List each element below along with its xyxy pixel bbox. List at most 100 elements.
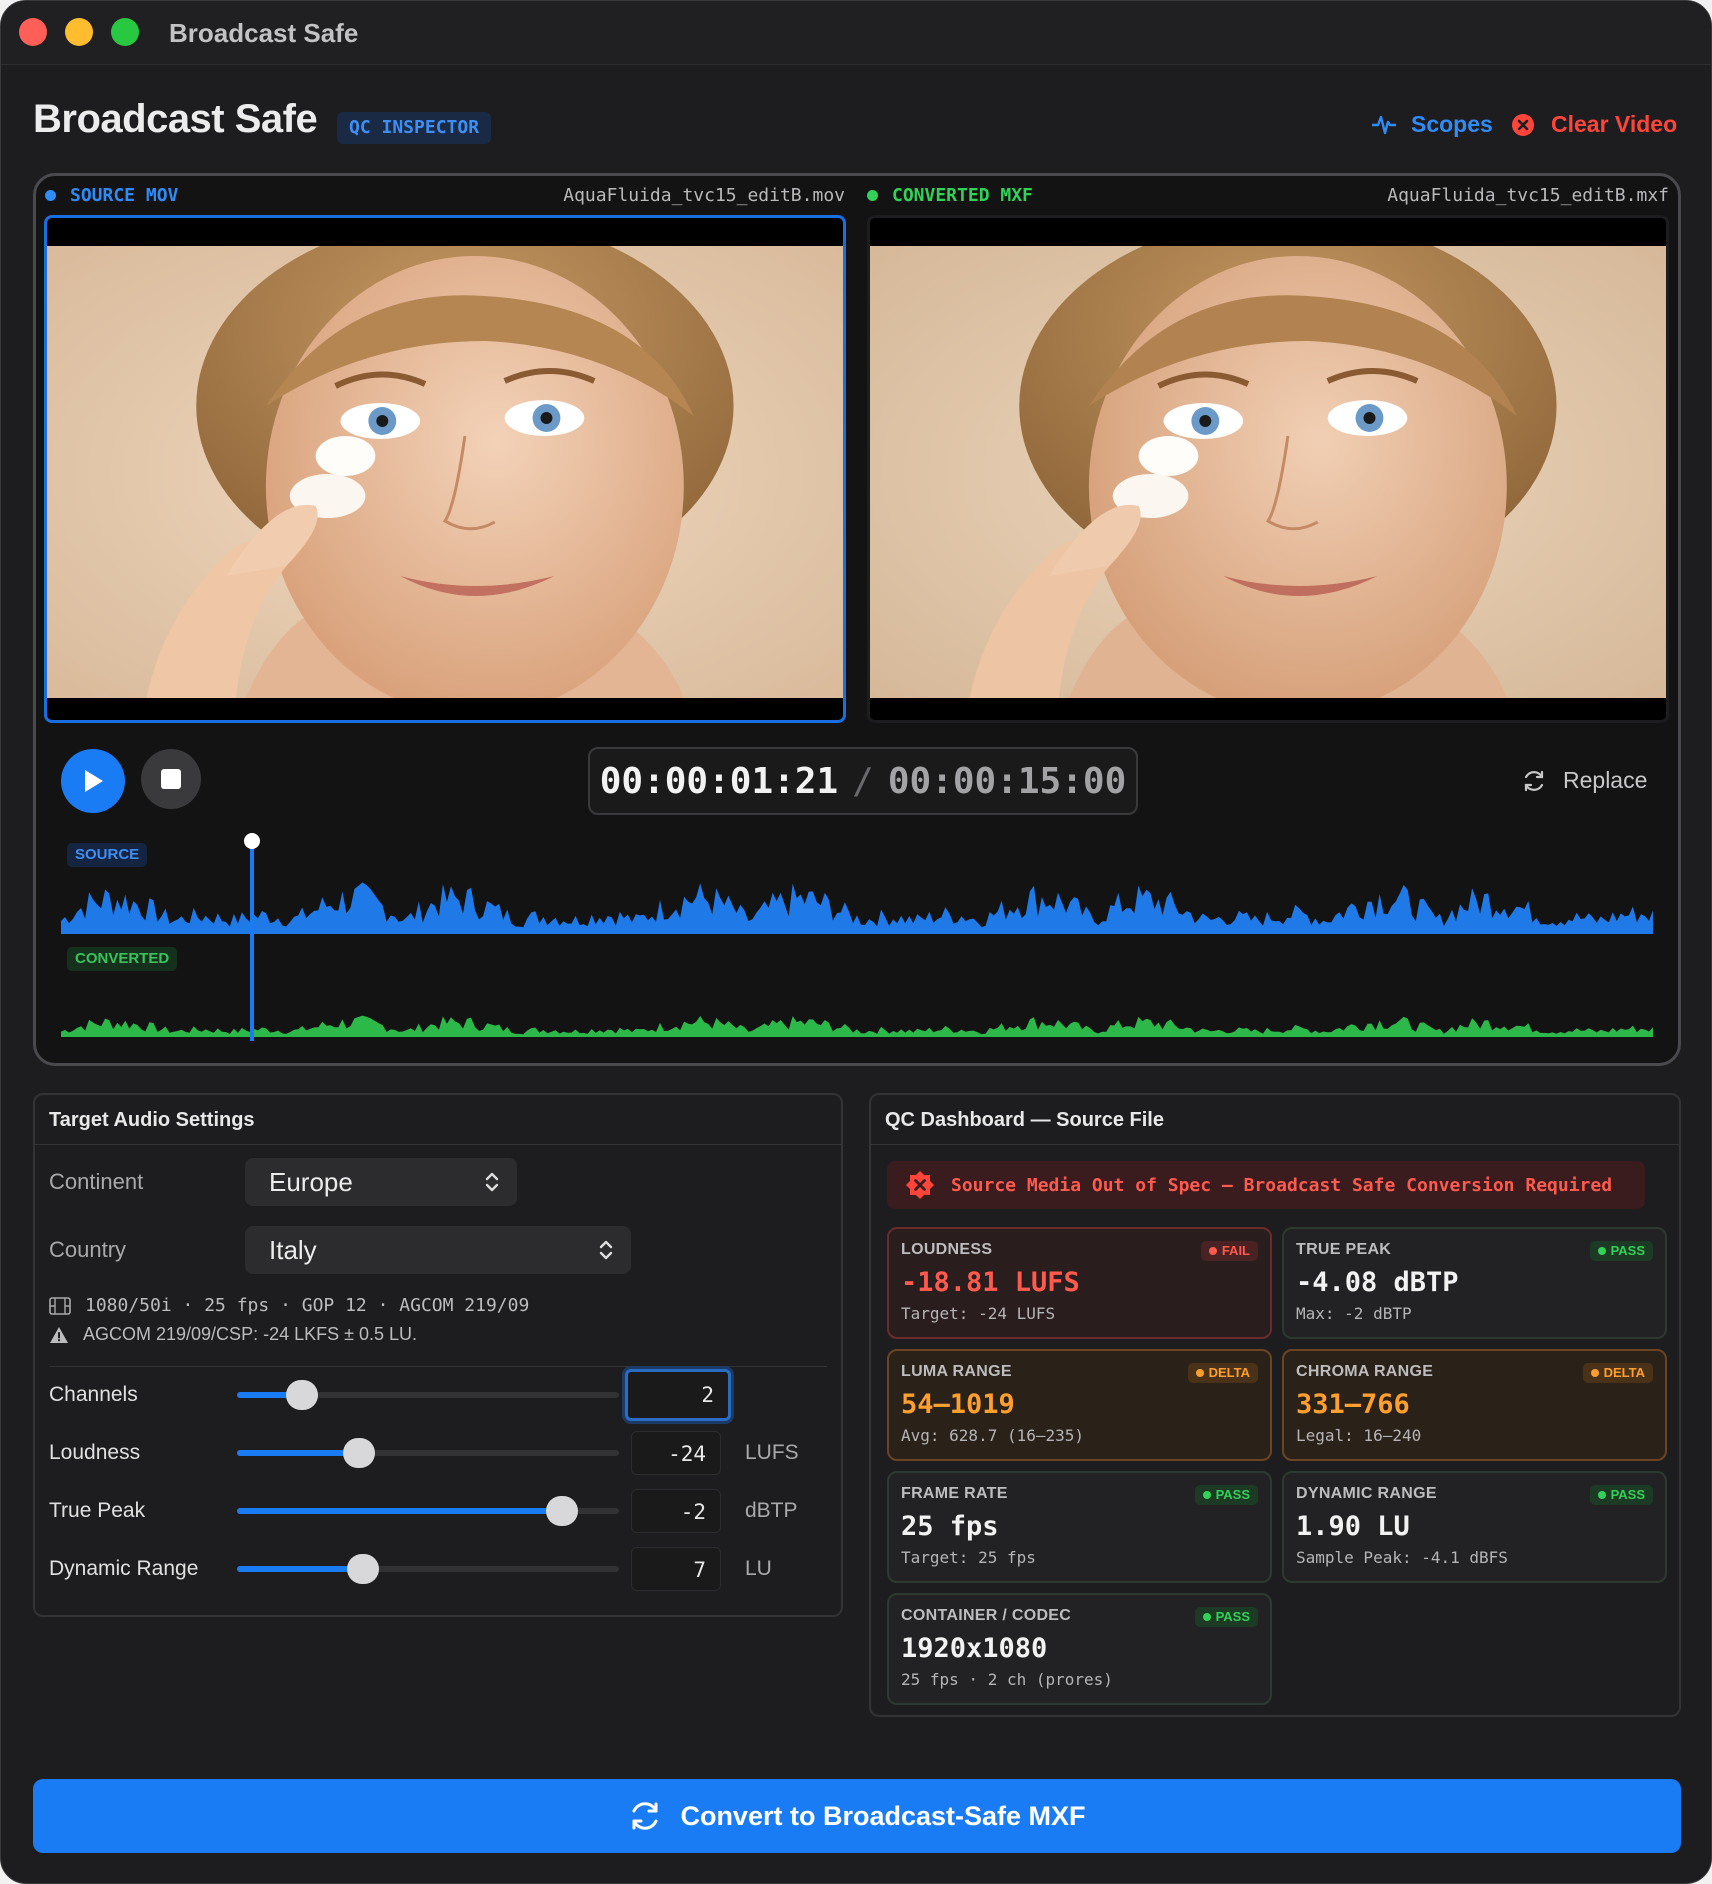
stop-icon [161,769,181,789]
continent-label: Continent [49,1169,144,1194]
slider-knob[interactable] [545,1496,578,1526]
qc-status-badge: PASS [1589,1485,1653,1505]
qc-card-sub: Legal: 16–240 [1296,1426,1422,1445]
qc-card-sub: Target: 25 fps [901,1548,1036,1567]
qc-status-badge: DELTA [1187,1363,1258,1383]
qc-card-sub: Sample Peak: -4.1 dBFS [1296,1548,1508,1567]
slider-label: Dynamic Range [49,1557,199,1580]
country-select[interactable]: Italy [245,1226,631,1274]
converted-waveform [61,1015,1653,1037]
qc-status-text: FAIL [1221,1243,1250,1258]
out-of-spec-text: Source Media Out of Spec — Broadcast Saf… [951,1174,1613,1196]
qc-card: DYNAMIC RANGE PASS 1.90 LU Sample Peak: -4.… [1282,1471,1667,1583]
error-icon [906,1171,934,1199]
slider-knob[interactable] [285,1380,318,1410]
timecode-display: 00:00:01:21 / 00:00:15:00 [588,747,1138,815]
source-label: SOURCE MOV [45,185,178,206]
play-button[interactable] [61,749,125,813]
clear-video-label: Clear Video [1551,111,1678,137]
qc-card-value: 331–766 [1296,1389,1410,1420]
qc-card-value: -4.08 dBTP [1296,1267,1459,1298]
slider-label: Loudness [49,1441,141,1464]
convert-button[interactable]: Convert to Broadcast-Safe MXF [33,1779,1681,1853]
format-spec-text: 1080/50i · 25 fps · GOP 12 · AGCOM 219/0… [85,1295,530,1316]
continent-select[interactable]: Europe [245,1158,517,1206]
country-label: Country [49,1237,127,1262]
qc-card-value: 54–1019 [901,1389,1015,1420]
close-circle-icon [1512,113,1534,136]
slider-fill [237,1450,360,1456]
qc-card: FRAME RATE PASS 25 fps Target: 25 fps [887,1471,1272,1583]
loudness-warning-line: AGCOM 219/09/CSP: -24 LKFS ± 0.5 LU. [49,1324,417,1345]
minimize-window-button[interactable] [65,18,93,46]
timecode-separator: / [852,760,874,802]
slider-fill [237,1508,562,1514]
qc-status-badge: PASS [1589,1241,1653,1261]
sync-icon [632,1802,658,1830]
qc-card: TRUE PEAK PASS -4.08 dBTP Max: -2 dBTP [1282,1227,1667,1339]
status-dot-icon [1590,1369,1599,1377]
source-video-frame[interactable] [44,215,846,723]
audio-settings-title: Target Audio Settings [35,1095,841,1145]
qc-card-sub: Max: -2 dBTP [1296,1304,1412,1323]
qc-status-badge: FAIL [1200,1241,1258,1261]
qc-card-value: 25 fps [901,1511,999,1542]
status-dot-icon [1208,1247,1217,1255]
source-waveform-path [61,882,1653,934]
chevron-updown-icon [485,1172,499,1192]
replace-label: Replace [1563,767,1648,793]
continent-value: Europe [269,1167,353,1197]
qc-card: LOUDNESS FAIL -18.81 LUFS Target: -24 LUFS [887,1227,1272,1339]
close-window-button[interactable] [19,18,47,46]
chevron-updown-icon [599,1240,613,1260]
converted-video-frame[interactable] [867,215,1669,723]
slider-value-field[interactable]: 7 [631,1547,721,1591]
slider-value-field[interactable]: -2 [631,1489,721,1533]
status-dot-icon [1202,1491,1211,1499]
converted-waveform-path [61,1015,1653,1037]
scopes-button[interactable]: Scopes [1371,111,1493,138]
slider-knob[interactable] [347,1554,380,1584]
status-dot-icon [1597,1247,1606,1255]
slider-label: True Peak [49,1499,146,1522]
replace-button[interactable]: Replace [1521,767,1647,794]
slider-label: Channels [49,1383,138,1406]
slider-unit: dBTP [745,1499,798,1522]
current-timecode: 00:00:01:21 [599,760,839,802]
slider-track[interactable] [237,1380,619,1410]
source-video-image [47,246,843,698]
playhead[interactable] [250,833,255,1041]
qc-card-value: 1920x1080 [901,1633,1048,1664]
stop-button[interactable] [141,749,201,809]
qc-card-value: 1.90 LU [1296,1511,1410,1542]
slider-track[interactable] [237,1438,619,1468]
slider-knob[interactable] [343,1438,376,1468]
qc-card-sub: Target: -24 LUFS [901,1304,1056,1323]
qc-card: CHROMA RANGE DELTA 331–766 Legal: 16–240 [1282,1349,1667,1461]
qc-card-sub: Avg: 628.7 (16–235) [901,1426,1085,1445]
waveform-timeline[interactable] [61,831,1653,1041]
slider-track[interactable] [237,1496,619,1526]
qc-status-badge: PASS [1194,1485,1258,1505]
qc-card-sub: 25 fps · 2 ch (prores) [901,1670,1113,1689]
title-bar: Broadcast Safe [1,1,1711,65]
slider-track[interactable] [237,1554,619,1584]
waveform-icon [1372,115,1396,134]
slider-value-field[interactable]: 2 [625,1369,731,1421]
convert-label: Convert to Broadcast-Safe MXF [680,1800,1086,1831]
qc-card: CONTAINER / CODEC PASS 1920x1080 25 fps · 2… [887,1593,1272,1705]
scopes-label: Scopes [1411,111,1493,137]
slider-value-field[interactable]: -24 [631,1431,721,1475]
zoom-window-button[interactable] [111,18,139,46]
playhead-handle[interactable] [244,833,261,849]
qc-status-text: PASS [1215,1609,1250,1624]
qc-dashboard-title: QC Dashboard — Source File [871,1095,1679,1145]
qc-status-text: PASS [1215,1487,1250,1502]
converted-label-text: CONVERTED MXF [892,185,1033,206]
converted-dot-icon [867,190,878,201]
slider-unit: LUFS [745,1441,799,1464]
qc-status-text: DELTA [1208,1365,1250,1380]
slider-unit: LU [745,1557,772,1580]
clear-video-button[interactable]: Clear Video [1511,111,1677,138]
status-dot-icon [1195,1369,1204,1377]
